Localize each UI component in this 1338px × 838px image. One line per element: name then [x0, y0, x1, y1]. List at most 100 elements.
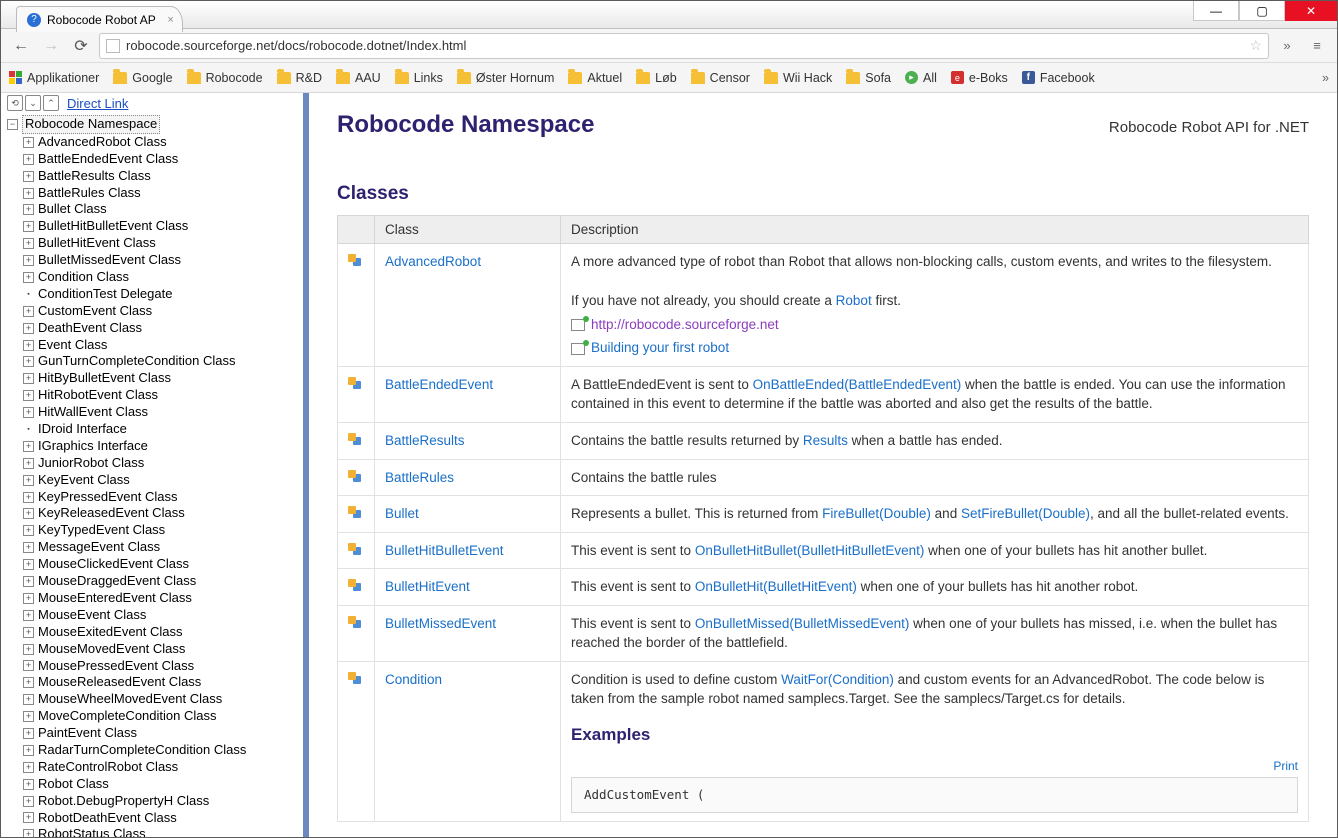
inline-link[interactable]: Results: [803, 433, 848, 448]
apps-shortcut[interactable]: Applikationer: [9, 71, 99, 85]
tree-item[interactable]: MouseClickedEvent Class: [21, 556, 299, 573]
tree-item[interactable]: MouseEvent Class: [21, 607, 299, 624]
class-link[interactable]: BattleResults: [385, 433, 465, 448]
tree-item[interactable]: GunTurnCompleteCondition Class: [21, 353, 299, 370]
expander-icon[interactable]: [23, 779, 34, 790]
sidebar[interactable]: ⟲ ⌄ ⌃ Direct Link Robocode Namespace Adv…: [1, 93, 309, 837]
expander-icon[interactable]: [23, 306, 34, 317]
expander-icon[interactable]: [23, 272, 34, 283]
tree-item[interactable]: BattleEndedEvent Class: [21, 151, 299, 168]
tree-item[interactable]: KeyTypedEvent Class: [21, 522, 299, 539]
external-link[interactable]: Building your first robot: [591, 338, 729, 358]
bookmark-facebook[interactable]: f Facebook: [1022, 71, 1095, 85]
expander-icon[interactable]: [23, 627, 34, 638]
tree-item[interactable]: BulletHitBulletEvent Class: [21, 218, 299, 235]
expander-icon[interactable]: [23, 492, 34, 503]
reload-button[interactable]: ⟳: [69, 34, 93, 58]
sync-icon[interactable]: ⟲: [7, 95, 23, 111]
expander-icon[interactable]: [23, 356, 34, 367]
tree-item[interactable]: HitRobotEvent Class: [21, 387, 299, 404]
expander-icon[interactable]: [23, 745, 34, 756]
collapse-icon[interactable]: ⌄: [25, 95, 41, 111]
bookmark-folder[interactable]: Censor: [691, 71, 750, 85]
expander-icon[interactable]: [23, 323, 34, 334]
tree-item[interactable]: AdvancedRobot Class: [21, 134, 299, 151]
tree-item[interactable]: Condition Class: [21, 269, 299, 286]
tree-item[interactable]: RobotStatus Class: [21, 826, 299, 837]
bookmark-all[interactable]: ▸ All: [905, 71, 937, 85]
expander-icon[interactable]: [23, 238, 34, 249]
tree-item[interactable]: MessageEvent Class: [21, 539, 299, 556]
expander-icon[interactable]: [23, 475, 34, 486]
class-link[interactable]: BattleRules: [385, 470, 454, 485]
inline-link[interactable]: OnBulletHitBullet(BulletHitBulletEvent): [695, 543, 925, 558]
tree-item[interactable]: RobotDeathEvent Class: [21, 810, 299, 827]
forward-button[interactable]: →: [39, 34, 63, 58]
tree-item[interactable]: HitByBulletEvent Class: [21, 370, 299, 387]
bookmark-folder[interactable]: Wii Hack: [764, 71, 832, 85]
expander-icon[interactable]: [23, 188, 34, 199]
expander-icon[interactable]: [23, 660, 34, 671]
expander-icon[interactable]: [23, 171, 34, 182]
tree-item[interactable]: JuniorRobot Class: [21, 455, 299, 472]
expander-icon[interactable]: [23, 407, 34, 418]
tree-item[interactable]: MouseReleasedEvent Class: [21, 674, 299, 691]
expander-icon[interactable]: [23, 711, 34, 722]
tree-item[interactable]: DeathEvent Class: [21, 320, 299, 337]
inline-link[interactable]: FireBullet(Double): [822, 506, 931, 521]
tree-item[interactable]: MouseWheelMovedEvent Class: [21, 691, 299, 708]
bookmark-folder[interactable]: AAU: [336, 71, 381, 85]
expander-icon[interactable]: [23, 373, 34, 384]
tree-item[interactable]: RateControlRobot Class: [21, 759, 299, 776]
expander-icon[interactable]: [23, 644, 34, 655]
tree-root[interactable]: Robocode Namespace: [5, 115, 299, 134]
expander-icon[interactable]: [23, 796, 34, 807]
expand-icon[interactable]: ⌃: [43, 95, 59, 111]
direct-link[interactable]: Direct Link: [67, 96, 128, 111]
overflow-chevron-icon[interactable]: »: [1275, 34, 1299, 58]
expander-icon[interactable]: [23, 458, 34, 469]
tree-item[interactable]: BattleResults Class: [21, 168, 299, 185]
bookmark-folder[interactable]: R&D: [277, 71, 322, 85]
expander-icon[interactable]: [23, 829, 34, 837]
expander-icon[interactable]: [23, 812, 34, 823]
tree-item[interactable]: PaintEvent Class: [21, 725, 299, 742]
tab-close-icon[interactable]: ×: [167, 14, 173, 26]
tree-item[interactable]: MouseEnteredEvent Class: [21, 590, 299, 607]
bookmark-folder[interactable]: Sofa: [846, 71, 891, 85]
bookmark-eboks[interactable]: e e-Boks: [951, 71, 1008, 85]
inline-link[interactable]: Robot: [836, 293, 872, 308]
tree-item[interactable]: MousePressedEvent Class: [21, 658, 299, 675]
tree-item[interactable]: IDroid Interface: [21, 421, 299, 438]
expander-icon[interactable]: [7, 119, 18, 130]
bookmark-folder[interactable]: Løb: [636, 71, 677, 85]
expander-icon[interactable]: [23, 576, 34, 587]
tree-item[interactable]: BattleRules Class: [21, 185, 299, 202]
back-button[interactable]: ←: [9, 34, 33, 58]
tree-item[interactable]: CustomEvent Class: [21, 303, 299, 320]
maximize-button[interactable]: ▢: [1239, 1, 1285, 21]
tree-item[interactable]: HitWallEvent Class: [21, 404, 299, 421]
inline-link[interactable]: OnBulletHit(BulletHitEvent): [695, 579, 857, 594]
tree-item[interactable]: Robot Class: [21, 776, 299, 793]
tree-item[interactable]: Event Class: [21, 337, 299, 354]
expander-icon[interactable]: [23, 221, 34, 232]
tree-item[interactable]: MouseMovedEvent Class: [21, 641, 299, 658]
expander-icon[interactable]: [23, 154, 34, 165]
bookmark-folder[interactable]: Links: [395, 71, 443, 85]
tree-item[interactable]: IGraphics Interface: [21, 438, 299, 455]
expander-icon[interactable]: [23, 137, 34, 148]
class-link[interactable]: Condition: [385, 672, 442, 687]
expander-icon[interactable]: [23, 728, 34, 739]
tree-item[interactable]: BulletHitEvent Class: [21, 235, 299, 252]
expander-icon[interactable]: [23, 694, 34, 705]
browser-tab[interactable]: ? Robocode Robot AP ×: [16, 6, 183, 32]
expander-icon[interactable]: [23, 204, 34, 215]
inline-link[interactable]: OnBulletMissed(BulletMissedEvent): [695, 616, 910, 631]
expander-icon[interactable]: [23, 610, 34, 621]
bookmark-folder[interactable]: Google: [113, 71, 172, 85]
expander-icon[interactable]: [23, 441, 34, 452]
inline-link[interactable]: OnBattleEnded(BattleEndedEvent): [753, 377, 962, 392]
class-link[interactable]: BulletMissedEvent: [385, 616, 496, 631]
tree-item[interactable]: RadarTurnCompleteCondition Class: [21, 742, 299, 759]
